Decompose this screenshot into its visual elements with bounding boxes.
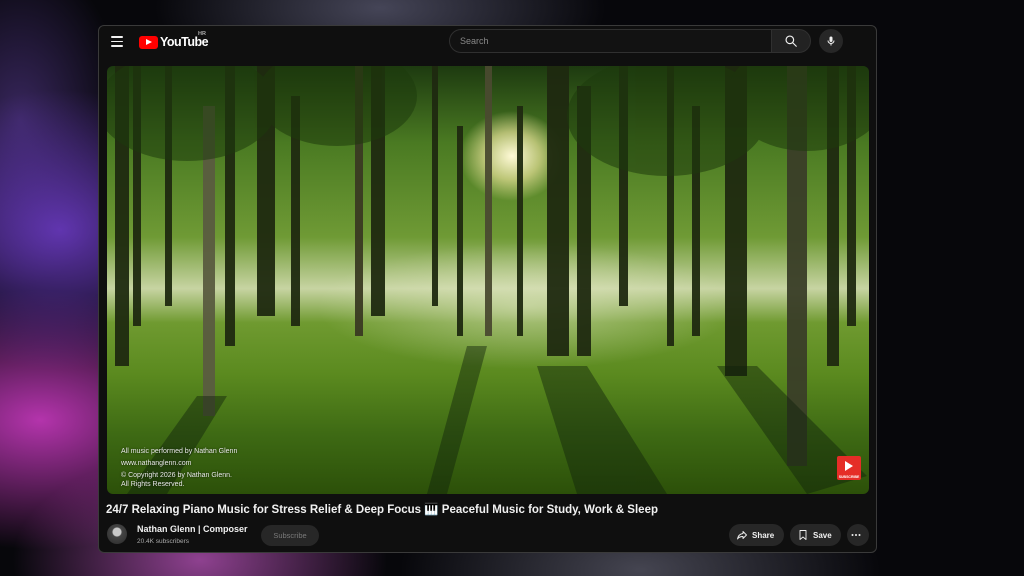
video-title: 24/7 Relaxing Piano Music for Stress Rel…: [106, 504, 658, 516]
search-box: [449, 29, 811, 53]
share-icon: [737, 531, 747, 540]
subscribe-watermark-icon[interactable]: SUBSCRIBE: [837, 456, 861, 480]
subscriber-count: 20.4K subscribers: [137, 538, 190, 545]
share-label: Share: [752, 530, 775, 540]
menu-icon[interactable]: [111, 36, 123, 48]
more-icon: [851, 534, 861, 536]
avatar[interactable]: [107, 524, 127, 544]
logo-text: YouTube: [160, 35, 209, 49]
forest-scene: [107, 66, 869, 494]
browser-window: YouTube HR Search All music performed by…: [98, 25, 877, 553]
share-button[interactable]: Share: [729, 524, 784, 546]
save-button[interactable]: Save: [790, 524, 841, 546]
search-icon: [785, 35, 797, 47]
overlay-credit: All music performed by Nathan Glenn: [121, 448, 238, 455]
save-icon: [799, 530, 807, 540]
channel-name[interactable]: Nathan Glenn | Composer: [137, 524, 248, 534]
subscribe-button[interactable]: Subscribe: [261, 525, 319, 546]
overlay-rights: All Rights Reserved.: [121, 481, 185, 488]
overlay-website: www.nathanglenn.com: [121, 460, 192, 467]
save-label: Save: [813, 530, 832, 540]
more-actions-button[interactable]: [847, 524, 869, 546]
search-button[interactable]: [771, 29, 811, 53]
youtube-logo-icon: [139, 35, 158, 49]
video-player[interactable]: All music performed by Nathan Glenn www.…: [107, 66, 869, 494]
masthead: YouTube HR: [99, 26, 876, 60]
search-input[interactable]: [449, 29, 771, 53]
country-code: HR: [198, 31, 206, 37]
overlay-copyright: © Copyright 2026 by Nathan Glenn.: [121, 472, 233, 479]
voice-search-button[interactable]: [819, 29, 843, 53]
mic-icon: [827, 36, 835, 46]
watermark-label: SUBSCRIBE: [838, 475, 860, 479]
